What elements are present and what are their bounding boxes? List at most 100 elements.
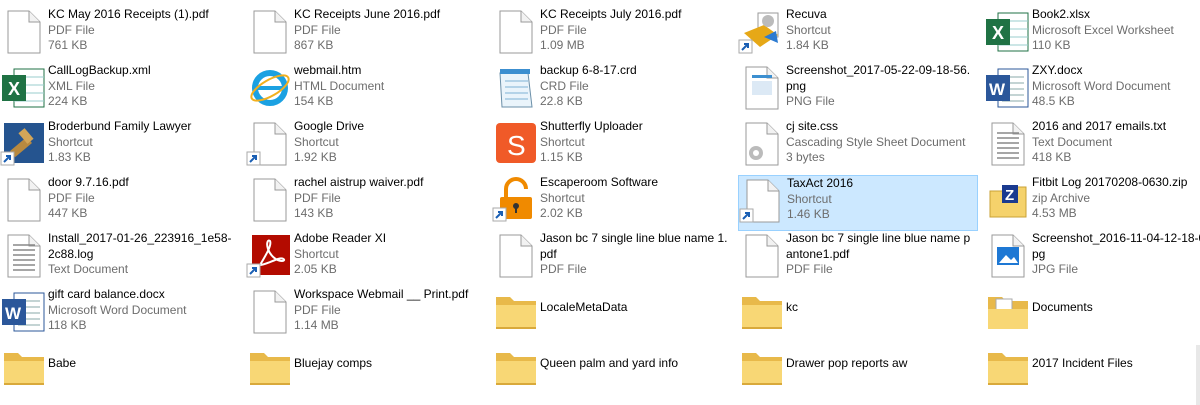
- file-item[interactable]: Google Drive Shortcut 1.92 KB: [246, 119, 486, 175]
- blank-shortcut-icon: [739, 176, 787, 224]
- file-name: Google Drive: [294, 119, 365, 133]
- folder-item[interactable]: 2017 Incident Files: [984, 343, 1200, 399]
- file-type: CRD File: [540, 78, 589, 93]
- file-type: Shortcut: [540, 190, 585, 205]
- file-item[interactable]: Workspace Webmail __ Print.pdf PDF File 1.…: [246, 287, 486, 343]
- file-type: JPG File: [1032, 262, 1079, 276]
- file-name: Recuva: [786, 7, 827, 21]
- file-size: 110 KB: [1032, 38, 1071, 52]
- file-type: PDF File: [294, 190, 341, 205]
- file-name: Documents: [1032, 300, 1093, 314]
- file-item[interactable]: rachel aistrup waiver.pdf PDF File 143 KB: [246, 175, 486, 231]
- cut-off-item-size: [50, 0, 80, 2]
- file-item[interactable]: KC May 2016 Receipts (1).pdf PDF File 761 …: [0, 7, 240, 63]
- file-size: 867 KB: [294, 38, 334, 52]
- file-item[interactable]: Wgift card balance.docx Microsoft Word Do…: [0, 287, 240, 343]
- pdf-icon: [738, 231, 786, 279]
- file-name: Escaperoom Software: [540, 175, 659, 189]
- file-item[interactable]: Jason bc 7 single line blue name 1.pdf PD…: [492, 231, 732, 287]
- file-name: kc: [786, 300, 798, 314]
- file-item[interactable]: KC Receipts July 2016.pdf PDF File 1.09 MB: [492, 7, 732, 63]
- file-name: door 9.7.16.pdf: [48, 175, 129, 189]
- file-type: PDF File: [294, 22, 341, 37]
- file-name: rachel aistrup waiver.pdf: [294, 175, 424, 189]
- file-item[interactable]: W ZXY.docx Microsoft Word Document 48.5 KB: [984, 63, 1200, 119]
- file-item[interactable]: X Book2.xlsx Microsoft Excel Worksheet 110 …: [984, 7, 1200, 63]
- file-name: Screenshot_2016-11-04-12-18-08.jpg: [1032, 231, 1200, 261]
- file-item[interactable]: X CallLogBackup.xml XML File 224 KB: [0, 63, 240, 119]
- file-type: Shortcut: [786, 22, 831, 37]
- file-item[interactable]: Screenshot_2017-05-22-09-18-56.png PNG Fi…: [738, 63, 978, 119]
- cut-off-item-size: [1034, 0, 1064, 2]
- file-item[interactable]: Broderbund Family Lawyer Shortcut 1.83 KB: [0, 119, 240, 175]
- file-item[interactable]: backup 6-8-17.crd CRD File 22.8 KB: [492, 63, 732, 119]
- folder-icon: [492, 343, 540, 391]
- file-type: PDF File: [540, 22, 587, 37]
- file-name: Bluejay comps: [294, 356, 373, 370]
- ie-icon: [246, 63, 294, 111]
- folder-icon: [738, 343, 786, 391]
- folder-item[interactable]: Babe: [0, 343, 240, 399]
- css-gear-icon: [738, 119, 786, 167]
- file-name: Adobe Reader XI: [294, 231, 387, 245]
- file-type: HTML Document: [294, 78, 385, 93]
- folder-icon: [738, 287, 786, 335]
- file-name: webmail.htm: [294, 63, 362, 77]
- jpg-icon: [984, 231, 1032, 279]
- file-size: 1.46 KB: [787, 207, 830, 221]
- png-icon: [738, 63, 786, 111]
- file-item[interactable]: 2016 and 2017 emails.txt Text Document 418…: [984, 119, 1200, 175]
- file-size: 2.05 KB: [294, 262, 337, 276]
- file-item[interactable]: Escaperoom Software Shortcut 2.02 KB: [492, 175, 732, 231]
- file-item[interactable]: Z Fitbit Log 20170208-0630.zip zip Archive…: [984, 175, 1200, 231]
- word-icon: W: [0, 287, 48, 335]
- file-type: PDF File: [294, 302, 341, 317]
- file-item[interactable]: S Shutterfly Uploader Shortcut 1.15 KB: [492, 119, 732, 175]
- file-type: PDF File: [786, 262, 833, 276]
- scrollbar[interactable]: [1196, 345, 1200, 405]
- file-size: 447 KB: [48, 206, 88, 220]
- pdf-icon: [246, 7, 294, 55]
- file-name: KC May 2016 Receipts (1).pdf: [48, 7, 209, 21]
- folder-item[interactable]: kc: [738, 287, 978, 343]
- folder-item[interactable]: Documents: [984, 287, 1200, 343]
- file-size: 1.09 MB: [540, 38, 585, 52]
- svg-text:S: S: [507, 130, 526, 161]
- file-size: 4.53 MB: [1032, 206, 1077, 220]
- cut-off-item-size: [788, 0, 818, 2]
- folder-item[interactable]: Bluejay comps: [246, 343, 486, 399]
- file-type: Microsoft Word Document: [1032, 78, 1171, 93]
- file-item[interactable]: TaxAct 2016 Shortcut 1.46 KB: [738, 175, 978, 231]
- file-item[interactable]: cj site.css Cascading Style Sheet Documen…: [738, 119, 978, 175]
- svg-text:W: W: [989, 80, 1006, 99]
- file-size: 3 bytes: [786, 150, 825, 164]
- excel-icon: X: [0, 63, 48, 111]
- file-type: Shortcut: [48, 134, 93, 149]
- file-size: 2.02 KB: [540, 206, 583, 220]
- file-item[interactable]: Install_2017-01-26_223916_1e58-2c88.log T…: [0, 231, 240, 287]
- text-icon: [0, 231, 48, 279]
- file-item[interactable]: Adobe Reader XI Shortcut 2.05 KB: [246, 231, 486, 287]
- file-item[interactable]: door 9.7.16.pdf PDF File 447 KB: [0, 175, 240, 231]
- file-size: 143 KB: [294, 206, 334, 220]
- file-name: Jason bc 7 single line blue name pantone…: [786, 231, 971, 261]
- file-name: Jason bc 7 single line blue name 1.pdf: [540, 231, 728, 261]
- file-item[interactable]: KC Receipts June 2016.pdf PDF File 867 KB: [246, 7, 486, 63]
- file-name: Book2.xlsx: [1032, 7, 1091, 21]
- file-item[interactable]: Jason bc 7 single line blue name pantone…: [738, 231, 978, 287]
- file-size: 1.15 KB: [540, 150, 583, 164]
- lawyer-shortcut-icon: [0, 119, 48, 167]
- svg-text:X: X: [992, 23, 1004, 43]
- file-type: PNG File: [786, 94, 835, 108]
- file-item[interactable]: webmail.htm HTML Document 154 KB: [246, 63, 486, 119]
- folder-item[interactable]: Queen palm and yard info: [492, 343, 732, 399]
- svg-text:X: X: [8, 79, 20, 99]
- file-name: 2017 Incident Files: [1032, 356, 1133, 370]
- file-item[interactable]: Recuva Shortcut 1.84 KB: [738, 7, 978, 63]
- file-name: KC Receipts July 2016.pdf: [540, 7, 682, 21]
- svg-text:W: W: [5, 304, 22, 323]
- folder-item[interactable]: LocaleMetaData: [492, 287, 732, 343]
- file-size: 48.5 KB: [1032, 94, 1075, 108]
- folder-item[interactable]: Drawer pop reports aw: [738, 343, 978, 399]
- file-item[interactable]: Screenshot_2016-11-04-12-18-08.jpg JPG Fi…: [984, 231, 1200, 287]
